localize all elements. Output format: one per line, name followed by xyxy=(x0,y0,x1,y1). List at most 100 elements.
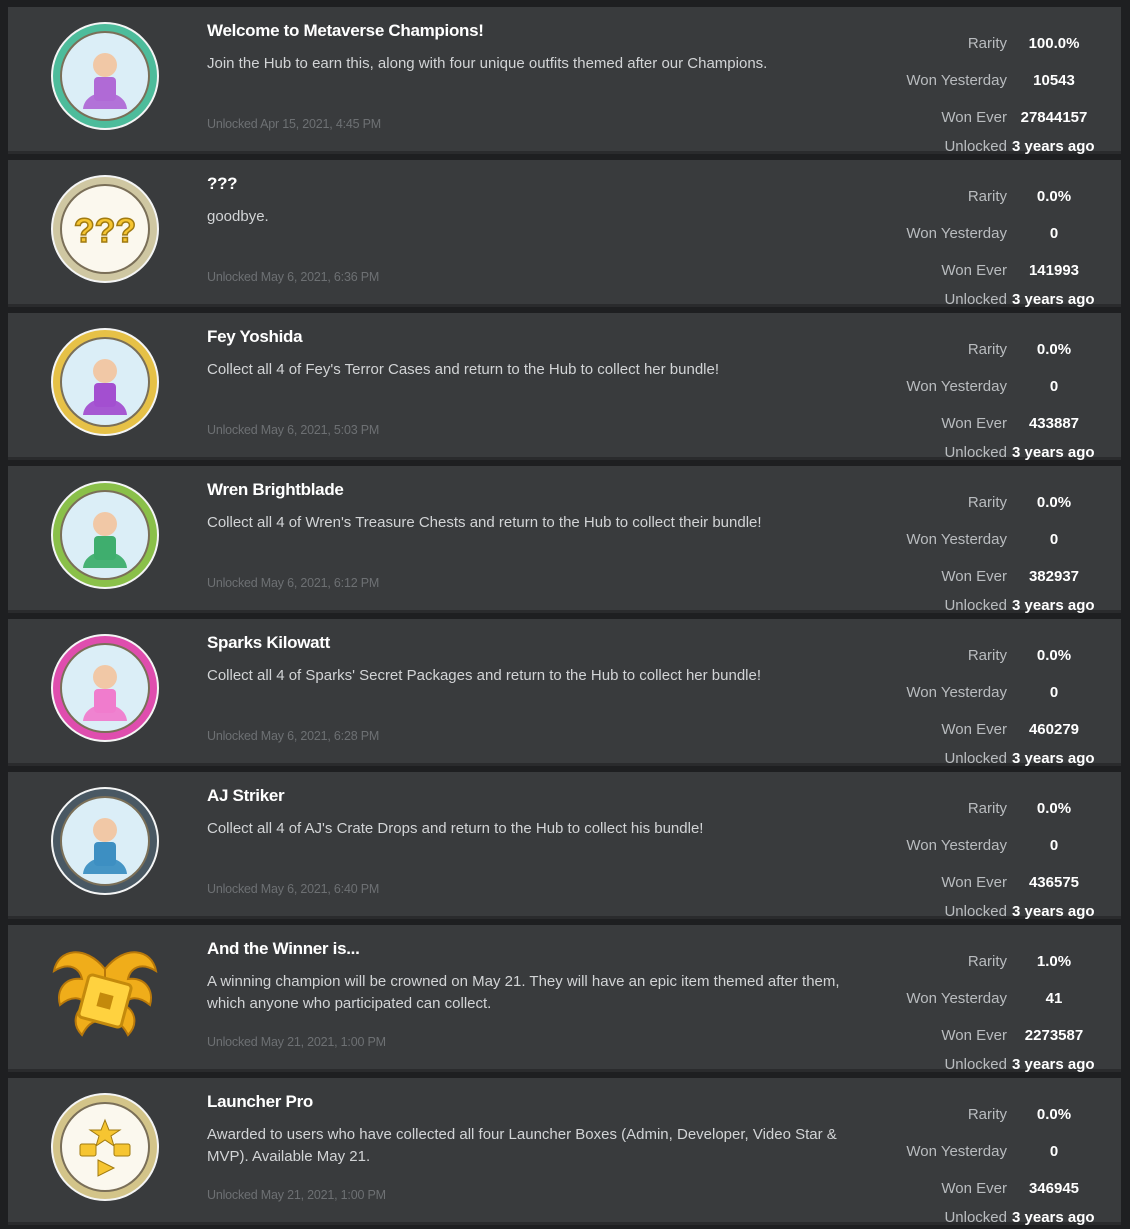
won-ever-label: Won Ever xyxy=(941,721,1007,738)
fey-yoshida-badge-icon[interactable] xyxy=(50,327,160,437)
badge-title[interactable]: Launcher Pro xyxy=(207,1092,313,1112)
unlocked-ago-value: 3 years ago xyxy=(1012,444,1095,461)
wren-brightblade-badge-icon[interactable] xyxy=(50,480,160,590)
badge-title[interactable]: Wren Brightblade xyxy=(207,480,344,500)
won-yesterday-label: Won Yesterday xyxy=(906,684,1007,701)
unlocked-ago-value: 3 years ago xyxy=(1012,597,1095,614)
rarity-value: 100.0% xyxy=(1028,35,1080,52)
unlocked-ago-value: 3 years ago xyxy=(1012,138,1095,155)
won-yesterday-value: 41 xyxy=(1045,990,1063,1007)
unlocked-label: Unlocked xyxy=(944,444,1007,461)
badge-title[interactable]: And the Winner is... xyxy=(207,939,360,959)
won-yesterday-value: 0 xyxy=(1049,225,1059,242)
won-ever-value: 382937 xyxy=(1028,568,1080,585)
won-ever-label: Won Ever xyxy=(941,874,1007,891)
won-ever-label: Won Ever xyxy=(941,1027,1007,1044)
badge-description: A winning champion will be crowned on Ma… xyxy=(207,973,840,1012)
rarity-value: 0.0% xyxy=(1036,1106,1072,1123)
rarity-value: 0.0% xyxy=(1036,341,1072,358)
unlocked-ago-value: 3 years ago xyxy=(1012,1056,1095,1073)
rarity-label: Rarity xyxy=(967,35,1007,52)
badge-description: Collect all 4 of Wren's Treasure Chests … xyxy=(207,514,762,531)
won-yesterday-value: 0 xyxy=(1049,837,1059,854)
launcher-pro-badge-icon[interactable] xyxy=(50,1092,160,1202)
champions-group-badge-icon[interactable] xyxy=(50,21,160,131)
unlocked-label: Unlocked xyxy=(944,903,1007,920)
rarity-label: Rarity xyxy=(967,494,1007,511)
rarity-value: 0.0% xyxy=(1036,800,1072,817)
badge-card[interactable]: Welcome to Metaverse Champions! Join the … xyxy=(8,7,1121,155)
badge-title[interactable]: Fey Yoshida xyxy=(207,327,303,347)
rarity-label: Rarity xyxy=(967,341,1007,358)
unlocked-ago-value: 3 years ago xyxy=(1012,903,1095,920)
rarity-label: Rarity xyxy=(967,1106,1007,1123)
unlocked-label: Unlocked xyxy=(944,597,1007,614)
won-ever-label: Won Ever xyxy=(941,1180,1007,1197)
badge-card[interactable]: ?????? goodbye. Unlocked May 6, 2021, 6:36… xyxy=(8,160,1121,308)
badge-card[interactable]: And the Winner is... A winning champion w… xyxy=(8,925,1121,1073)
badge-description: Collect all 4 of Fey's Terror Cases and … xyxy=(207,361,720,378)
won-ever-value: 460279 xyxy=(1028,721,1080,738)
badge-card[interactable]: AJ Striker Collect all 4 of AJ's Crate Dr… xyxy=(8,772,1121,920)
unlocked-ago-value: 3 years ago xyxy=(1012,750,1095,767)
won-yesterday-value: 10543 xyxy=(1033,72,1075,89)
won-yesterday-label: Won Yesterday xyxy=(906,990,1007,1007)
badge-unlocked-date: Unlocked May 6, 2021, 6:36 PM xyxy=(207,270,380,284)
aj-striker-badge-icon[interactable] xyxy=(50,786,160,896)
badge-card[interactable]: Fey Yoshida Collect all 4 of Fey's Terror… xyxy=(8,313,1121,461)
badge-unlocked-date: Unlocked May 6, 2021, 5:03 PM xyxy=(207,423,380,437)
won-ever-value: 2273587 xyxy=(1024,1027,1084,1044)
unlocked-ago-value: 3 years ago xyxy=(1012,291,1095,308)
rarity-value: 0.0% xyxy=(1036,647,1072,664)
badge-unlocked-date: Unlocked May 21, 2021, 1:00 PM xyxy=(207,1188,386,1202)
won-yesterday-label: Won Yesterday xyxy=(906,531,1007,548)
unlocked-label: Unlocked xyxy=(944,1209,1007,1226)
won-ever-value: 141993 xyxy=(1028,262,1080,279)
badge-unlocked-date: Unlocked May 6, 2021, 6:12 PM xyxy=(207,576,380,590)
svg-text:???: ??? xyxy=(74,212,136,250)
badge-unlocked-date: Unlocked May 6, 2021, 6:40 PM xyxy=(207,882,380,896)
unlocked-label: Unlocked xyxy=(944,1056,1007,1073)
question-marks-badge-icon[interactable]: ??? xyxy=(50,174,160,284)
golden-wings-badge-icon[interactable] xyxy=(50,939,160,1049)
badge-description: Join the Hub to earn this, along with fo… xyxy=(207,55,768,72)
rarity-label: Rarity xyxy=(967,188,1007,205)
won-ever-value: 27844157 xyxy=(1020,109,1088,126)
won-ever-value: 433887 xyxy=(1028,415,1080,432)
won-ever-label: Won Ever xyxy=(941,109,1007,126)
won-yesterday-label: Won Yesterday xyxy=(906,72,1007,89)
unlocked-label: Unlocked xyxy=(944,291,1007,308)
won-yesterday-value: 0 xyxy=(1049,531,1059,548)
badge-unlocked-date: Unlocked May 21, 2021, 1:00 PM xyxy=(207,1035,386,1049)
badge-card[interactable]: Sparks Kilowatt Collect all 4 of Sparks' … xyxy=(8,619,1121,767)
unlocked-label: Unlocked xyxy=(944,750,1007,767)
won-ever-value: 346945 xyxy=(1028,1180,1080,1197)
won-ever-label: Won Ever xyxy=(941,415,1007,432)
badge-title[interactable]: Sparks Kilowatt xyxy=(207,633,330,653)
won-ever-label: Won Ever xyxy=(941,568,1007,585)
badge-description: goodbye. xyxy=(207,208,269,225)
badge-description: Awarded to users who have collected all … xyxy=(207,1126,837,1165)
badge-title[interactable]: ??? xyxy=(207,174,238,194)
won-yesterday-value: 0 xyxy=(1049,378,1059,395)
unlocked-ago-value: 3 years ago xyxy=(1012,1209,1095,1226)
rarity-label: Rarity xyxy=(967,647,1007,664)
won-yesterday-label: Won Yesterday xyxy=(906,1143,1007,1160)
badge-description: Collect all 4 of AJ's Crate Drops and re… xyxy=(207,820,704,837)
won-ever-label: Won Ever xyxy=(941,262,1007,279)
badge-list: Welcome to Metaverse Champions! Join the … xyxy=(0,0,1130,1229)
badge-title[interactable]: AJ Striker xyxy=(207,786,285,806)
rarity-label: Rarity xyxy=(967,800,1007,817)
won-yesterday-value: 0 xyxy=(1049,1143,1059,1160)
rarity-value: 0.0% xyxy=(1036,494,1072,511)
won-yesterday-label: Won Yesterday xyxy=(906,378,1007,395)
won-yesterday-label: Won Yesterday xyxy=(906,225,1007,242)
rarity-label: Rarity xyxy=(967,953,1007,970)
badge-title[interactable]: Welcome to Metaverse Champions! xyxy=(207,21,484,41)
won-yesterday-label: Won Yesterday xyxy=(906,837,1007,854)
rarity-value: 0.0% xyxy=(1036,188,1072,205)
badge-description: Collect all 4 of Sparks' Secret Packages… xyxy=(207,667,762,684)
badge-card[interactable]: Launcher Pro Awarded to users who have co… xyxy=(8,1078,1121,1226)
sparks-kilowatt-badge-icon[interactable] xyxy=(50,633,160,743)
badge-card[interactable]: Wren Brightblade Collect all 4 of Wren's … xyxy=(8,466,1121,614)
